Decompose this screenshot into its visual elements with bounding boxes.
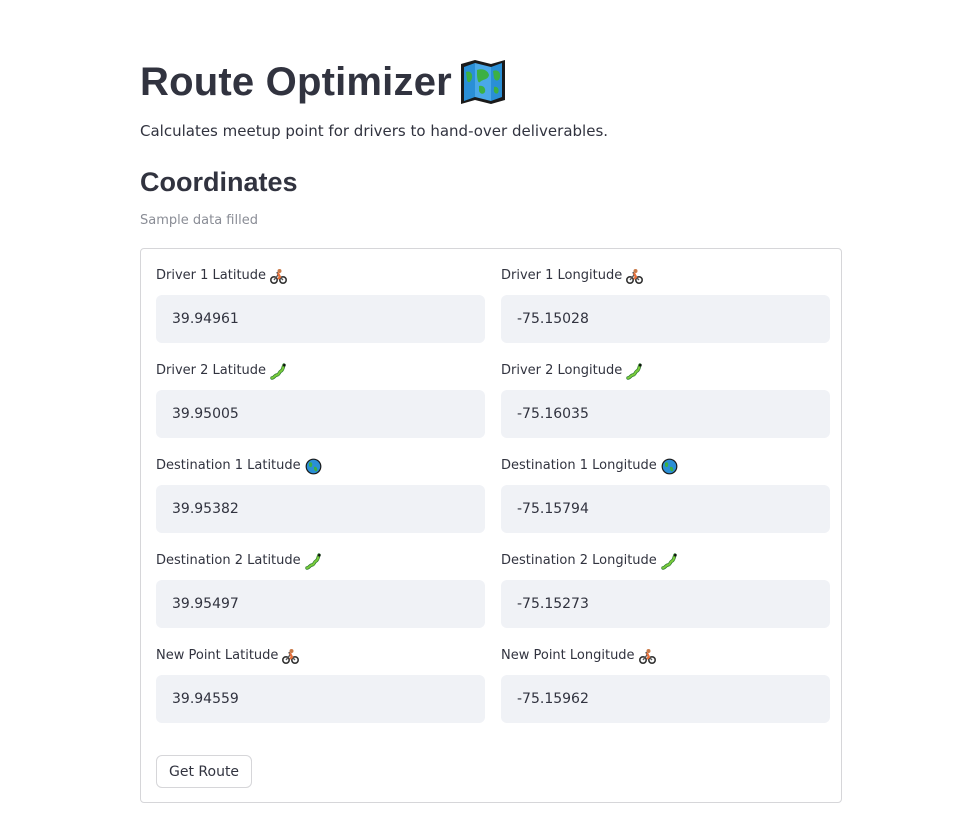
destination2-latitude-input[interactable]	[156, 580, 485, 628]
field-newpoint-longitude: New Point Longitude	[501, 629, 830, 723]
cyclist-icon	[638, 648, 656, 665]
coordinates-form: Driver 1 Latitude Driver 1 Longitude Dri…	[140, 248, 842, 803]
field-label-text: Destination 1 Longitude	[501, 458, 657, 473]
field-label-text: Destination 1 Latitude	[156, 458, 301, 473]
driver1-longitude-input[interactable]	[501, 295, 830, 343]
globe-icon	[305, 458, 322, 475]
globe-icon	[661, 458, 678, 475]
field-label: Destination 1 Longitude	[501, 457, 678, 475]
page-title: Route Optimizer	[140, 60, 452, 104]
caterpillar-icon	[304, 552, 322, 570]
get-route-button[interactable]: Get Route	[156, 755, 253, 788]
destination1-latitude-input[interactable]	[156, 485, 485, 533]
destination2-longitude-input[interactable]	[501, 580, 830, 628]
field-label: Driver 1 Longitude	[501, 267, 644, 285]
field-destination2-latitude: Destination 2 Latitude	[156, 534, 485, 628]
field-driver1-latitude: Driver 1 Latitude	[156, 249, 485, 343]
field-driver2-longitude: Driver 2 Longitude	[501, 344, 830, 438]
caterpillar-icon	[270, 362, 287, 380]
driver2-latitude-input[interactable]	[156, 390, 485, 438]
field-label-text: New Point Latitude	[156, 648, 279, 663]
field-label-text: Driver 2 Latitude	[156, 363, 267, 378]
field-label-text: Driver 1 Latitude	[156, 268, 267, 283]
caterpillar-icon	[626, 362, 643, 380]
world-map-icon	[458, 58, 508, 106]
field-label: Driver 2 Latitude	[156, 362, 287, 380]
section-caption: Sample data filled	[140, 213, 258, 228]
field-label-text: Destination 2 Latitude	[156, 553, 301, 568]
field-label: New Point Longitude	[501, 647, 656, 665]
field-label-text: New Point Longitude	[501, 648, 635, 663]
title-row: Route Optimizer	[140, 52, 508, 112]
field-label: Driver 2 Longitude	[501, 362, 643, 380]
field-label: Destination 2 Longitude	[501, 552, 678, 570]
driver1-latitude-input[interactable]	[156, 295, 485, 343]
field-label: New Point Latitude	[156, 647, 300, 665]
field-driver2-latitude: Driver 2 Latitude	[156, 344, 485, 438]
cyclist-icon	[282, 648, 300, 665]
newpoint-longitude-input[interactable]	[501, 675, 830, 723]
section-heading: Coordinates	[140, 167, 298, 197]
field-label: Destination 1 Latitude	[156, 457, 322, 475]
field-newpoint-latitude: New Point Latitude	[156, 629, 485, 723]
field-destination1-longitude: Destination 1 Longitude	[501, 439, 830, 533]
field-label-text: Destination 2 Longitude	[501, 553, 657, 568]
field-destination1-latitude: Destination 1 Latitude	[156, 439, 485, 533]
newpoint-latitude-input[interactable]	[156, 675, 485, 723]
field-label-text: Driver 1 Longitude	[501, 268, 623, 283]
field-label-text: Driver 2 Longitude	[501, 363, 623, 378]
destination1-longitude-input[interactable]	[501, 485, 830, 533]
cyclist-icon	[626, 268, 644, 285]
driver2-longitude-input[interactable]	[501, 390, 830, 438]
caterpillar-icon	[661, 552, 678, 570]
field-label: Driver 1 Latitude	[156, 267, 288, 285]
field-label: Destination 2 Latitude	[156, 552, 322, 570]
page-subtitle: Calculates meetup point for drivers to h…	[140, 122, 609, 140]
cyclist-icon	[270, 268, 288, 285]
field-destination2-longitude: Destination 2 Longitude	[501, 534, 830, 628]
field-driver1-longitude: Driver 1 Longitude	[501, 249, 830, 343]
